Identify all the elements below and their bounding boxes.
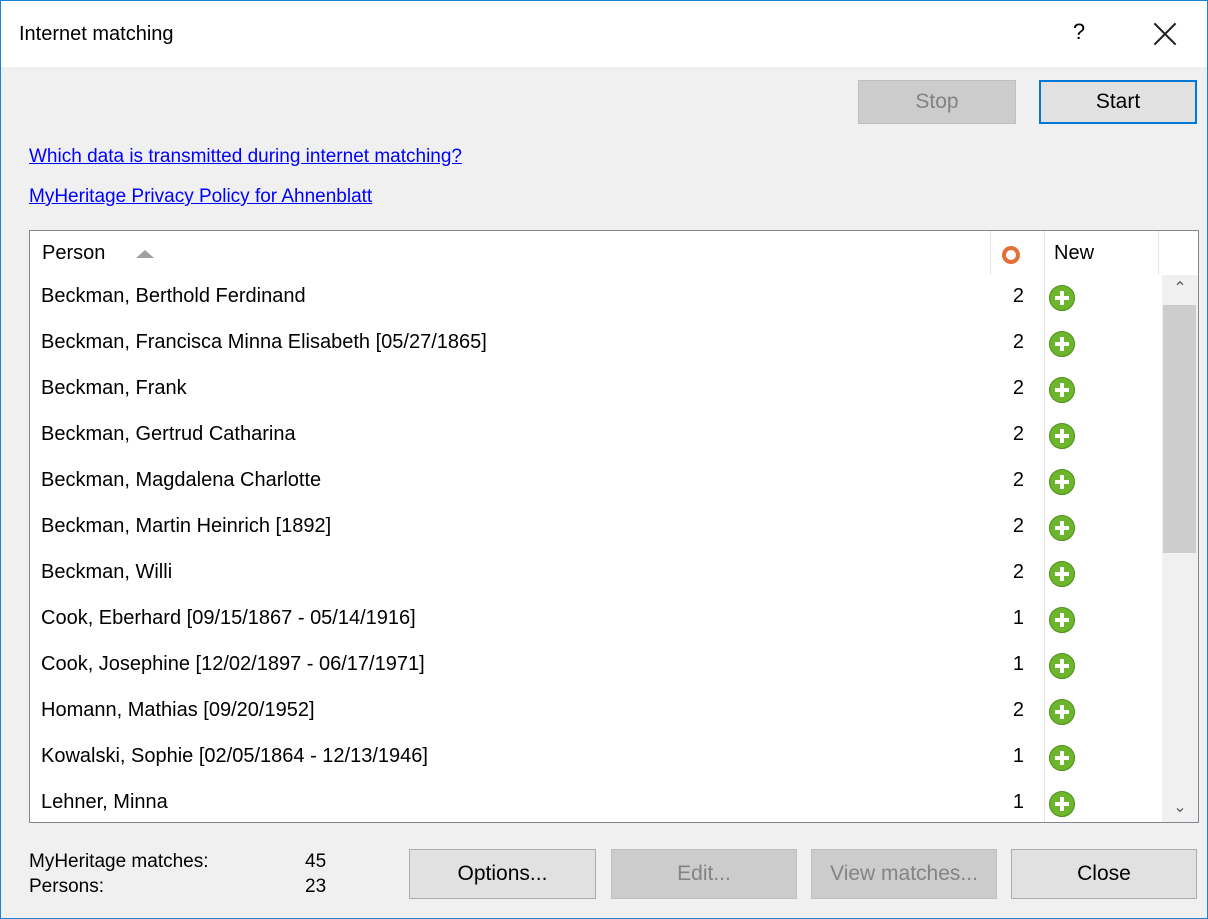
match-count: 1 (1012, 607, 1024, 629)
column-header-new[interactable]: New (1054, 242, 1094, 265)
match-count: 1 (1012, 745, 1024, 767)
match-count: 2 (1012, 469, 1024, 491)
help-button[interactable]: ? (1066, 19, 1092, 49)
view-matches-button[interactable]: View matches... (811, 849, 997, 899)
person-name: Homann, Mathias [09/20/1952] (41, 699, 315, 721)
plus-icon (1049, 791, 1075, 817)
close-icon[interactable] (1151, 21, 1179, 49)
table-row[interactable]: Beckman, Martin Heinrich [1892] 2 (30, 505, 1160, 551)
plus-icon (1049, 331, 1075, 357)
close-button[interactable]: Close (1011, 849, 1197, 899)
person-name: Kowalski, Sophie [02/05/1864 - 12/13/194… (41, 745, 428, 767)
plus-icon (1049, 745, 1075, 771)
person-name: Beckman, Martin Heinrich [1892] (41, 515, 332, 537)
scroll-up-arrow-icon[interactable]: ⌃ (1162, 275, 1198, 303)
plus-icon (1049, 653, 1075, 679)
person-name: Beckman, Berthold Ferdinand (41, 285, 306, 307)
table-row[interactable]: Beckman, Frank 2 (30, 367, 1160, 413)
scroll-down-arrow-icon[interactable]: ⌄ (1162, 794, 1198, 822)
plus-icon (1049, 469, 1075, 495)
column-header-person[interactable]: Person (42, 242, 105, 265)
match-count: 2 (1012, 423, 1024, 445)
scrollbar-thumb[interactable] (1163, 305, 1196, 553)
match-count: 1 (1012, 791, 1024, 813)
table-row[interactable]: Kowalski, Sophie [02/05/1864 - 12/13/194… (30, 735, 1160, 781)
match-count: 2 (1012, 515, 1024, 537)
table-row[interactable]: Cook, Josephine [12/02/1897 - 06/17/1971… (30, 643, 1160, 689)
match-count: 1 (1012, 653, 1024, 675)
plus-icon (1049, 699, 1075, 725)
person-name: Beckman, Magdalena Charlotte (41, 469, 322, 491)
person-name: Cook, Josephine [12/02/1897 - 06/17/1971… (41, 653, 425, 675)
table-row[interactable]: Beckman, Francisca Minna Elisabeth [05/2… (30, 321, 1160, 367)
sort-ascending-icon (136, 250, 154, 258)
options-button[interactable]: Options... (409, 849, 596, 899)
transmitted-data-link[interactable]: Which data is transmitted during interne… (29, 146, 462, 168)
table-row[interactable]: Homann, Mathias [09/20/1952] 2 (30, 689, 1160, 735)
column-divider[interactable] (1158, 231, 1159, 275)
title-bar: Internet matching ? (1, 1, 1207, 67)
stop-button[interactable]: Stop (858, 80, 1016, 124)
internet-matching-dialog: Internet matching ? Stop Start Which dat… (0, 0, 1208, 919)
table-row[interactable]: Beckman, Berthold Ferdinand 2 (30, 275, 1160, 321)
matches-label: MyHeritage matches: (29, 851, 209, 872)
plus-icon (1049, 607, 1075, 633)
matches-count: 45 (305, 851, 327, 872)
person-name: Beckman, Gertrud Catharina (41, 423, 296, 445)
column-divider[interactable] (990, 231, 991, 275)
plus-icon (1049, 285, 1075, 311)
table-row[interactable]: Beckman, Magdalena Charlotte 2 (30, 459, 1160, 505)
list-header: Person New (30, 231, 1160, 275)
match-count: 2 (1012, 377, 1024, 399)
table-row[interactable]: Lehner, Minna 1 (30, 781, 1160, 822)
vertical-scrollbar[interactable]: ⌃ ⌄ (1162, 275, 1198, 822)
person-name: Beckman, Frank (41, 377, 187, 399)
start-button[interactable]: Start (1039, 80, 1197, 124)
matches-list[interactable]: Person New Beckman, Berthold Ferdinand 2 B… (29, 230, 1199, 823)
person-name: Cook, Eberhard [09/15/1867 - 05/14/1916] (41, 607, 416, 629)
match-count: 2 (1012, 331, 1024, 353)
table-row[interactable]: Beckman, Gertrud Catharina 2 (30, 413, 1160, 459)
list-rows: Beckman, Berthold Ferdinand 2 Beckman, Fra… (30, 275, 1160, 822)
person-name: Lehner, Minna (41, 791, 168, 813)
myheritage-icon[interactable] (1002, 246, 1020, 264)
privacy-policy-link[interactable]: MyHeritage Privacy Policy for Ahnenblatt (29, 186, 372, 208)
match-count: 2 (1012, 285, 1024, 307)
table-row[interactable]: Beckman, Willi 2 (30, 551, 1160, 597)
plus-icon (1049, 377, 1075, 403)
plus-icon (1049, 561, 1075, 587)
match-count: 2 (1012, 699, 1024, 721)
edit-button[interactable]: Edit... (611, 849, 797, 899)
plus-icon (1049, 515, 1075, 541)
person-name: Beckman, Willi (41, 561, 173, 583)
persons-label: Persons: (29, 876, 104, 897)
table-row[interactable]: Cook, Eberhard [09/15/1867 - 05/14/1916]… (30, 597, 1160, 643)
match-count: 2 (1012, 561, 1024, 583)
match-statistics: MyHeritage matches: 45 Persons: 23 (29, 849, 349, 899)
plus-icon (1049, 423, 1075, 449)
dialog-title: Internet matching (19, 23, 174, 45)
column-divider[interactable] (1044, 231, 1045, 275)
persons-count: 23 (305, 876, 327, 897)
person-name: Beckman, Francisca Minna Elisabeth [05/2… (41, 331, 487, 353)
